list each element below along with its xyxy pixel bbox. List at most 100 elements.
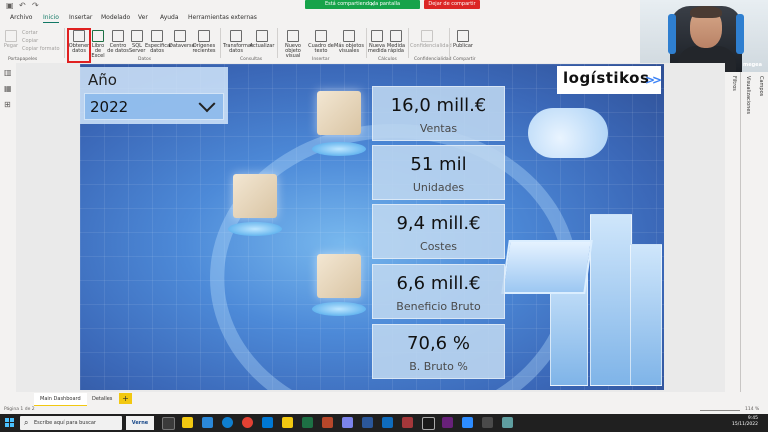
enter-data-button[interactable]: Especificar datos: [145, 30, 172, 54]
kpi-card-unidades[interactable]: 51 mil Unidades: [372, 145, 505, 200]
calculator-icon: [371, 30, 383, 42]
kpi-value: 70,6 %: [407, 333, 470, 354]
copy-format-button[interactable]: Copiar formato: [22, 46, 60, 52]
clipboard-group-label: Portapapeles: [8, 57, 38, 62]
mail-icon[interactable]: [202, 417, 213, 428]
chrome-icon[interactable]: [242, 417, 253, 428]
save-icon[interactable]: ▣: [6, 2, 14, 10]
dataverse-icon: [174, 30, 186, 42]
word-icon[interactable]: [362, 417, 373, 428]
insert-group-label: Insertar: [312, 57, 330, 62]
clipboard-icon: [5, 30, 17, 42]
highlight-box: [67, 28, 91, 63]
queries-group-label: Consultas: [240, 57, 263, 62]
filters-pane-toggle[interactable]: Filtros: [731, 76, 737, 91]
tab-main-dashboard[interactable]: Main Dashboard: [34, 393, 87, 407]
data-view-icon[interactable]: ▦: [4, 85, 12, 93]
dataverse-button[interactable]: Dataverse: [169, 30, 195, 49]
store-icon[interactable]: [262, 417, 273, 428]
paste-button[interactable]: Pegar: [3, 30, 19, 49]
new-visual-button[interactable]: Nuevo objeto visual: [279, 30, 307, 59]
zoom-slider[interactable]: [700, 410, 740, 411]
year-slicer: Año 2022: [80, 67, 228, 124]
kpi-label: Unidades: [412, 181, 465, 194]
year-dropdown[interactable]: 2022: [84, 93, 224, 120]
sensitivity-button[interactable]: Confidencialidad: [410, 30, 452, 49]
stop-sharing-button[interactable]: Dejar de compartir: [424, 0, 480, 9]
app-icon[interactable]: [482, 417, 493, 428]
data-hub-icon: [112, 30, 124, 42]
menu-tabs: Archivo Inicio Insertar Modelado Ver Ayu…: [0, 13, 640, 24]
tab-herramientas-externas[interactable]: Herramientas externas: [188, 14, 257, 21]
visualizations-pane-toggle[interactable]: Visualizaciones: [745, 76, 751, 114]
excel-icon[interactable]: [302, 417, 313, 428]
tab-ayuda[interactable]: Ayuda: [160, 14, 179, 21]
access-icon[interactable]: [402, 417, 413, 428]
refresh-button[interactable]: Actualizar: [249, 30, 275, 49]
app-icon[interactable]: [502, 417, 513, 428]
quick-measure-button[interactable]: Medida rápida: [386, 30, 406, 54]
divider: [740, 72, 741, 392]
tab-inicio[interactable]: Inicio: [43, 14, 59, 23]
publish-button[interactable]: Publicar: [452, 30, 474, 49]
kpi-card-beneficio-bruto[interactable]: 6,6 mill.€ Beneficio Bruto: [372, 264, 505, 319]
sql-server-button[interactable]: SQL Server: [129, 30, 145, 54]
tab-modelado[interactable]: Modelado: [101, 14, 130, 21]
powerpoint-icon[interactable]: [322, 417, 333, 428]
visuals-icon: [343, 30, 355, 42]
tab-ver[interactable]: Ver: [138, 14, 148, 21]
recent-sources-button[interactable]: Orígenes recientes: [191, 30, 217, 54]
start-button[interactable]: [5, 418, 15, 428]
page-indicator: Página 1 de 2: [4, 407, 35, 412]
cut-button[interactable]: Cortar: [22, 30, 38, 36]
copy-button[interactable]: Copiar: [22, 38, 38, 44]
search-icon: ⌕: [24, 418, 29, 427]
kpi-card-ventas[interactable]: 16,0 mill.€ Ventas: [372, 86, 505, 141]
system-clock[interactable]: 9:45 15/11/2022: [732, 416, 758, 428]
table-icon: [151, 30, 163, 42]
kpi-card-costes[interactable]: 9,4 mill.€ Costes: [372, 204, 505, 259]
building: [630, 244, 662, 386]
kpi-card-beneficio-bruto-pct[interactable]: 70,6 % B. Bruto %: [372, 324, 505, 379]
sql-icon: [131, 30, 143, 42]
screen-share-banner: Está compartiendo la pantalla: [305, 0, 420, 9]
visual-studio-icon[interactable]: [442, 417, 453, 428]
taskbar-search[interactable]: ⌕ Escribe aquí para buscar: [20, 416, 122, 430]
excel-button[interactable]: Libro de Excel: [90, 30, 106, 59]
data-hub-button[interactable]: Centro de datos: [107, 30, 129, 54]
windows-logo-pane: [5, 423, 9, 427]
file-explorer-icon[interactable]: [182, 417, 193, 428]
report-view-icon[interactable]: ▥: [4, 69, 12, 77]
tab-archivo[interactable]: Archivo: [10, 14, 32, 21]
more-visuals-button[interactable]: Más objetos visuales: [334, 30, 364, 54]
zoom-app-icon[interactable]: [462, 417, 473, 428]
redo-icon[interactable]: ↷: [32, 2, 40, 10]
fields-pane-toggle[interactable]: Campos: [758, 76, 764, 96]
close-icon[interactable]: ✕: [370, 0, 379, 9]
calc-group-label: Cálculos: [378, 57, 397, 62]
logo-text: logístikos: [563, 69, 650, 87]
transform-data-button[interactable]: Transformar datos: [223, 30, 253, 54]
teams-icon[interactable]: [342, 417, 353, 428]
refresh-icon: [256, 30, 268, 42]
presenter-hair: [690, 6, 722, 18]
power-bi-icon[interactable]: [282, 417, 293, 428]
tab-detalles[interactable]: Detalles: [86, 393, 118, 405]
terminal-icon[interactable]: [422, 417, 435, 430]
chair-trim-left: [668, 14, 676, 54]
webcam-feed: megea: [640, 0, 768, 72]
add-page-button[interactable]: +: [119, 393, 132, 404]
divider: [220, 28, 221, 58]
selected-year: 2022: [90, 98, 129, 116]
verne-app[interactable]: Verne: [126, 416, 154, 430]
new-measure-button[interactable]: Nueva medida: [368, 30, 387, 54]
model-view-icon[interactable]: ⊞: [4, 101, 12, 109]
tab-insertar[interactable]: Insertar: [69, 14, 92, 21]
undo-icon[interactable]: ↶: [19, 2, 27, 10]
windows-logo-pane: [10, 418, 14, 422]
outlook-icon[interactable]: [382, 417, 393, 428]
edge-icon[interactable]: [222, 417, 233, 428]
divider: [408, 28, 409, 58]
task-view-icon[interactable]: [162, 417, 175, 430]
text-box-button[interactable]: Cuadro de texto: [308, 30, 334, 54]
